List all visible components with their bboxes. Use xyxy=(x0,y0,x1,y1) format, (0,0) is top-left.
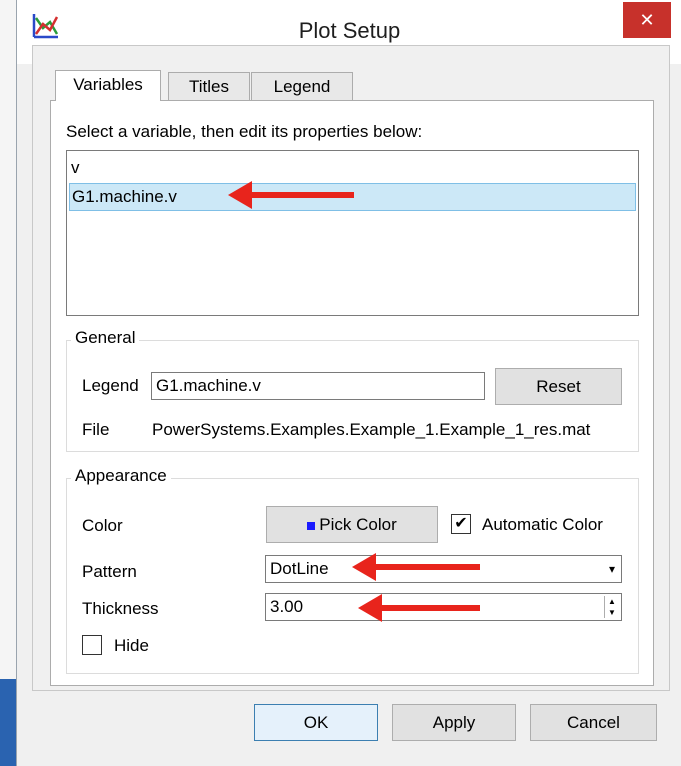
pick-color-button[interactable]: Pick Color xyxy=(266,506,438,543)
tab-variables[interactable]: Variables xyxy=(55,70,161,101)
file-path: PowerSystems.Examples.Example_1.Example_… xyxy=(152,420,591,439)
spin-down-icon[interactable]: ▼ xyxy=(605,607,619,618)
variable-list[interactable]: v G1.machine.v xyxy=(66,150,639,316)
spin-up-icon[interactable]: ▲ xyxy=(605,596,619,607)
hide-checkbox[interactable] xyxy=(82,635,102,655)
legend-field[interactable]: G1.machine.v xyxy=(151,372,485,400)
apply-button[interactable]: Apply xyxy=(392,704,516,741)
color-swatch xyxy=(307,521,316,530)
automatic-color-checkbox[interactable]: ✔ xyxy=(451,514,471,534)
legend-label: Legend xyxy=(82,376,139,395)
dropdown-arrow-icon: ▾ xyxy=(608,562,615,576)
tab-legend[interactable]: Legend xyxy=(251,72,353,101)
background-taskbar-edge xyxy=(0,679,16,766)
reset-button[interactable]: Reset xyxy=(495,368,622,405)
variables-instruction: Select a variable, then edit its propert… xyxy=(66,122,423,141)
pattern-value: DotLine xyxy=(270,559,329,578)
pick-color-label: Pick Color xyxy=(319,515,397,534)
pattern-label: Pattern xyxy=(82,562,137,581)
automatic-color-label: Automatic Color xyxy=(482,515,603,534)
appearance-group-title: Appearance xyxy=(71,466,171,486)
hide-label: Hide xyxy=(114,636,149,655)
thickness-label: Thickness xyxy=(82,599,159,618)
spin-buttons[interactable]: ▲ ▼ xyxy=(604,596,619,618)
list-item[interactable]: v xyxy=(69,155,80,181)
ok-button[interactable]: OK xyxy=(254,704,378,741)
background-window-edge xyxy=(0,0,16,766)
file-label: File xyxy=(82,420,110,439)
dialog-title: Plot Setup xyxy=(298,18,401,43)
annotation-arrow-thickness xyxy=(358,594,480,622)
annotation-arrow-pattern xyxy=(352,553,480,581)
color-label: Color xyxy=(82,516,123,535)
thickness-value: 3.00 xyxy=(270,597,304,616)
general-group-title: General xyxy=(71,328,140,348)
close-button[interactable]: ✕ xyxy=(623,2,671,38)
cancel-button[interactable]: Cancel xyxy=(530,704,657,741)
annotation-arrow-variable xyxy=(228,181,354,209)
tab-titles[interactable]: Titles xyxy=(168,72,250,101)
